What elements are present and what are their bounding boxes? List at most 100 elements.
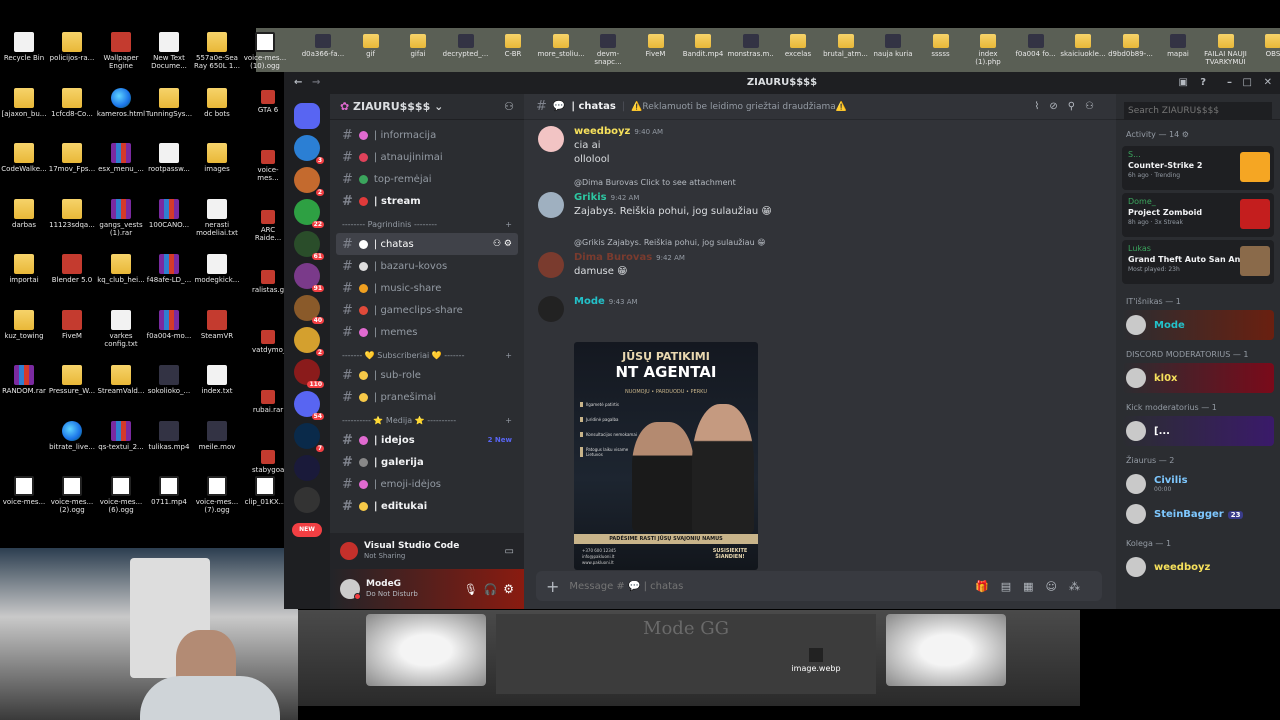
channel-item[interactable]: # | idejos 2 New bbox=[336, 429, 518, 451]
desktop-top-icon[interactable]: excelas bbox=[775, 34, 821, 58]
desktop-icon[interactable]: Pressure_W... bbox=[46, 365, 98, 395]
channel-item[interactable]: # | music-share bbox=[336, 277, 518, 299]
settings-gear-icon[interactable]: ⚙ bbox=[503, 582, 514, 596]
desktop-icon[interactable]: voice-mes... (7).ogg bbox=[191, 476, 243, 514]
desktop-icon[interactable]: voice-mes... bbox=[0, 476, 50, 506]
author-avatar[interactable] bbox=[538, 296, 564, 322]
desktop-icon[interactable]: esx_menu_... bbox=[95, 143, 147, 173]
activity-card[interactable]: Lukas Grand Theft Auto San Andr... Most pl… bbox=[1122, 240, 1274, 284]
channel-item[interactable]: # | pranešimai bbox=[336, 386, 518, 408]
desktop-icon[interactable]: meile.mov bbox=[191, 420, 243, 451]
desktop-icon[interactable]: StreamVald... bbox=[95, 365, 147, 395]
desktop-icon[interactable]: bitrate_live... bbox=[46, 420, 98, 451]
server-icon[interactable]: 91 bbox=[294, 263, 324, 292]
server-icon[interactable]: 40 bbox=[294, 295, 324, 324]
author-avatar[interactable] bbox=[538, 192, 564, 218]
channel-item[interactable]: # top-remėjai bbox=[336, 168, 518, 190]
add-attachment-icon[interactable]: + bbox=[546, 577, 559, 596]
desktop-icon[interactable]: gangs_vests (1).rar bbox=[95, 198, 147, 237]
add-channel-icon[interactable]: + bbox=[505, 351, 512, 360]
close-icon[interactable]: ✕ bbox=[1264, 72, 1272, 94]
desktop-top-icon[interactable]: f0a004 fo... bbox=[1013, 34, 1059, 58]
server-icon[interactable]: 3 bbox=[294, 135, 324, 164]
channel-item[interactable]: # | bazaru-kovos bbox=[336, 255, 518, 277]
desktop-icon[interactable]: rubai.rar bbox=[252, 390, 284, 414]
desktop-icon[interactable]: SteamVR bbox=[191, 309, 243, 340]
member-item[interactable]: Civilis 00:00 bbox=[1122, 469, 1274, 499]
member-item[interactable]: Mode bbox=[1122, 310, 1274, 340]
help-icon[interactable]: ? bbox=[1200, 72, 1206, 94]
author-name[interactable]: Dima Burovas bbox=[574, 252, 652, 263]
desktop-top-icon[interactable]: index (1).php bbox=[965, 34, 1011, 66]
desktop-icon[interactable]: rootpassw... bbox=[143, 143, 195, 173]
desktop-icon[interactable]: stabygoal bbox=[252, 450, 284, 474]
desktop-icon[interactable]: Recycle Bin bbox=[0, 32, 50, 62]
desktop-icon[interactable]: nerasti modeliai.txt bbox=[191, 198, 243, 237]
member-item[interactable]: [... bbox=[1122, 416, 1274, 446]
desktop-icon[interactable]: voice-mes... (10).ogg bbox=[239, 32, 291, 70]
desktop-top-icon[interactable]: devm-snapc... bbox=[585, 34, 631, 66]
forward-arrow-icon[interactable]: → bbox=[312, 72, 320, 94]
channel-item[interactable]: # | emoji-idėjos bbox=[336, 473, 518, 495]
server-icon[interactable]: 7 bbox=[294, 423, 324, 452]
channel-item[interactable]: # | memes bbox=[336, 321, 518, 343]
screen-share-icon[interactable]: ▭ bbox=[505, 546, 514, 557]
desktop-icon[interactable]: vatdymo_g... bbox=[252, 330, 284, 354]
desktop-top-icon[interactable]: brutal_atm... bbox=[823, 34, 869, 58]
desktop-top-icon[interactable]: d9bd0b89-... bbox=[1108, 34, 1154, 58]
desktop-icon[interactable]: policijos-ra... bbox=[46, 32, 98, 62]
desktop-icon[interactable]: New Text Docume... bbox=[143, 32, 195, 70]
category-pagrindinis[interactable]: -------- Pagrindinis -------- + bbox=[330, 212, 524, 233]
category-medija[interactable]: ---------- ⭐ Medija ⭐ ---------- + bbox=[330, 408, 524, 429]
desktop-top-icon[interactable]: C-BR bbox=[490, 34, 536, 58]
channel-item[interactable]: # | stream bbox=[336, 190, 518, 212]
desktop-icon[interactable]: modegkick... bbox=[191, 254, 243, 284]
author-name[interactable]: Grikis bbox=[574, 192, 607, 203]
composer-tools-icons[interactable]: 🎁▤▦☺⁂ bbox=[975, 580, 1092, 593]
desktop-icon[interactable]: FiveM bbox=[46, 309, 98, 340]
channel-item[interactable]: # | editukai bbox=[336, 495, 518, 517]
desktop-icon[interactable]: voice-mes... bbox=[252, 150, 284, 182]
server-icon[interactable]: 22 bbox=[294, 199, 324, 228]
author-avatar[interactable] bbox=[538, 252, 564, 278]
server-icon[interactable]: 110 bbox=[294, 359, 324, 388]
desktop-icon[interactable]: tulikas.mp4 bbox=[143, 420, 195, 451]
member-item[interactable]: weedboyz bbox=[1122, 552, 1274, 582]
desktop-top-icon[interactable]: OBS bbox=[1250, 34, 1280, 58]
message-composer[interactable]: + 🎁▤▦☺⁂ bbox=[536, 571, 1102, 601]
desktop-icon[interactable]: 17mov_Fps... bbox=[46, 143, 98, 173]
desktop-top-icon[interactable]: sssss bbox=[918, 34, 964, 58]
invite-icon[interactable]: ⚇ bbox=[504, 100, 514, 113]
desktop-top-icon[interactable]: FiveM bbox=[633, 34, 679, 58]
desktop-top-icon[interactable]: more_stoliu... bbox=[538, 34, 584, 58]
desktop-top-icon[interactable]: monstras.m... bbox=[728, 34, 774, 58]
desktop-icon[interactable]: 100CANO... bbox=[143, 198, 195, 229]
desktop-top-icon[interactable]: gifai bbox=[395, 34, 441, 58]
server-icon[interactable] bbox=[294, 487, 320, 513]
new-badge[interactable]: NEW bbox=[292, 523, 322, 537]
server-icon[interactable]: 61 bbox=[294, 231, 324, 260]
desktop-icon[interactable]: kq_club_hei... bbox=[95, 254, 147, 284]
channel-item[interactable]: # | gameclips-share bbox=[336, 299, 518, 321]
desktop-icon[interactable]: 1cfcd8-Co... bbox=[46, 87, 98, 118]
desktop-icon[interactable]: varkes config.txt bbox=[95, 309, 147, 348]
search-input[interactable] bbox=[1124, 102, 1272, 120]
desktop-top-icon[interactable]: gif bbox=[348, 34, 394, 58]
chat-topic[interactable]: ⚠️Reklamuoti be leidimo griežtai draudži… bbox=[631, 102, 847, 112]
channel-item[interactable]: # | atnaujinimai bbox=[336, 146, 518, 168]
desktop-icon[interactable]: dc bots bbox=[191, 87, 243, 118]
desktop-top-icon[interactable]: d0a366-fa... bbox=[300, 34, 346, 58]
inbox-icon[interactable]: ▣ bbox=[1179, 72, 1188, 94]
author-name[interactable]: weedboyz bbox=[574, 126, 630, 137]
headphones-icon[interactable]: 🎧 bbox=[484, 583, 498, 596]
server-icon[interactable]: 54 bbox=[294, 391, 324, 420]
reply-preview[interactable]: @Dima Burovas Click to see attachment bbox=[574, 178, 736, 187]
microphone-icon[interactable]: 🎙 bbox=[464, 583, 478, 596]
desktop-icon[interactable]: ARC Raide... bbox=[252, 210, 284, 242]
desktop-icon[interactable]: [ajaxon_bu... bbox=[0, 87, 50, 118]
image-file-icon[interactable]: image.webp bbox=[786, 648, 846, 673]
image-attachment[interactable]: JŪSŲ PATIKIMI NT AGENTAI NUOMOJU • PARDUOD… bbox=[574, 342, 758, 570]
desktop-icon[interactable]: sokolioko_... bbox=[143, 365, 195, 395]
server-icon[interactable] bbox=[294, 455, 320, 481]
desktop-icon[interactable]: Wallpaper Engine bbox=[95, 32, 147, 70]
